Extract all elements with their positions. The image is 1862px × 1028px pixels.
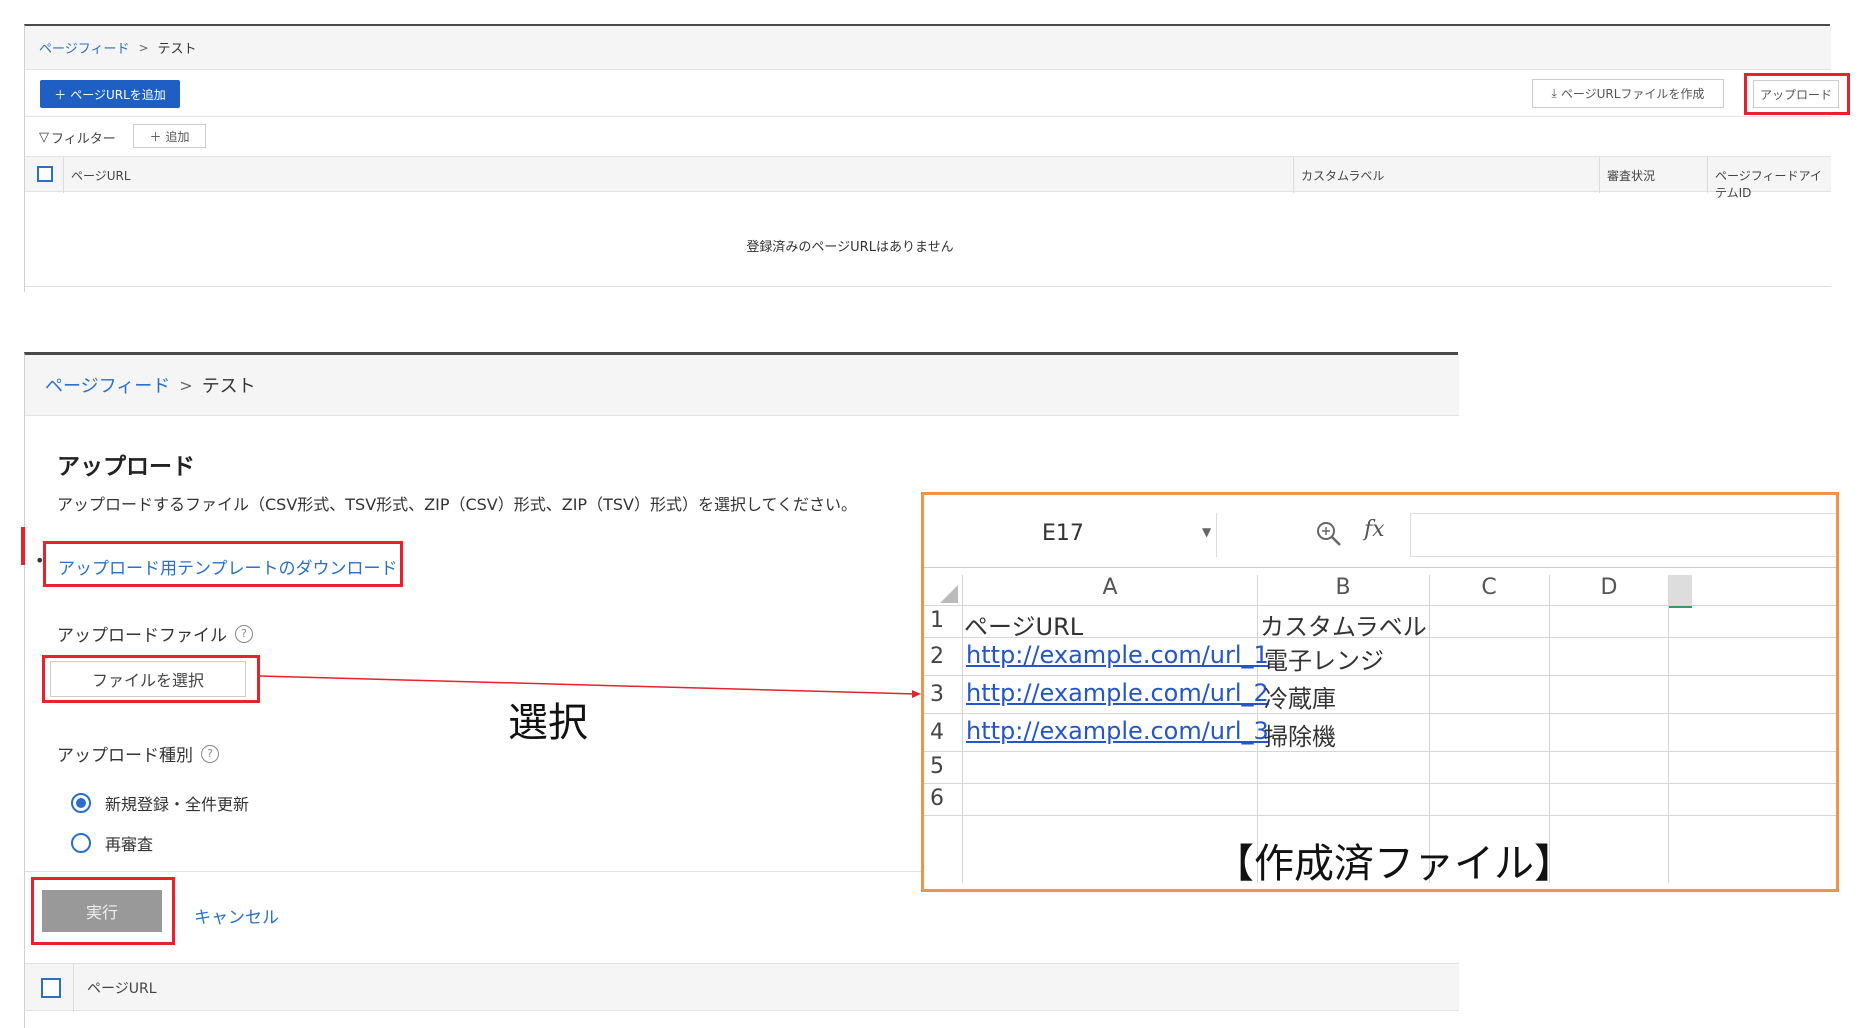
cell-b3[interactable]: 冷蔵庫 [1264,679,1336,714]
row-number[interactable]: 1 [930,608,944,633]
row-number[interactable]: 6 [930,786,944,811]
column-header-c[interactable]: C [1430,575,1548,605]
column-header-a[interactable]: A [964,575,1256,605]
row-number[interactable]: 3 [930,682,944,707]
function-icon[interactable]: fx [1364,517,1385,542]
grid-border [924,567,1836,568]
row-number[interactable]: 5 [930,754,944,779]
table-row: 1 ページURL カスタムラベル [924,606,1836,641]
column-header-e[interactable] [1668,575,1692,605]
zoom-icon[interactable] [1314,519,1344,549]
table-row: 2 http://example.com/url_1 電子レンジ [924,638,1836,676]
name-box[interactable]: E17 ▼ [924,513,1217,557]
arrow-line [259,675,917,695]
cell-b4[interactable]: 掃除機 [1264,717,1336,752]
table-row: 3 http://example.com/url_2 冷蔵庫 [924,676,1836,714]
table-row: 4 http://example.com/url_3 掃除機 [924,714,1836,752]
spreadsheet-excerpt: E17 ▼ fx A B C D 1 ページURL カスタムラベル 2 http… [921,492,1839,892]
formula-bar: E17 ▼ fx [924,495,1836,567]
table-row: 6 [924,784,1836,816]
table-row: 5 [924,752,1836,784]
select-all-corner-icon[interactable] [940,585,958,603]
column-header-d[interactable]: D [1550,575,1668,605]
cell-a3-link[interactable]: http://example.com/url_2 [966,679,1269,707]
created-file-annotation: 【作成済ファイル】 [1214,841,1574,887]
arrow-head-icon [912,690,921,698]
formula-input[interactable] [1410,513,1836,557]
row-number[interactable]: 2 [930,644,944,669]
cell-a4-link[interactable]: http://example.com/url_3 [966,717,1269,745]
row-number[interactable]: 4 [930,720,944,745]
name-box-value: E17 [1042,521,1084,546]
dropdown-arrow-icon[interactable]: ▼ [1202,525,1211,539]
cell-a1[interactable]: ページURL [964,607,1083,642]
column-header-b[interactable]: B [1258,575,1428,605]
cell-b2[interactable]: 電子レンジ [1264,641,1384,676]
cell-b1[interactable]: カスタムラベル [1260,607,1427,642]
cell-a2-link[interactable]: http://example.com/url_1 [966,641,1269,669]
select-annotation: 選択 [508,700,588,746]
